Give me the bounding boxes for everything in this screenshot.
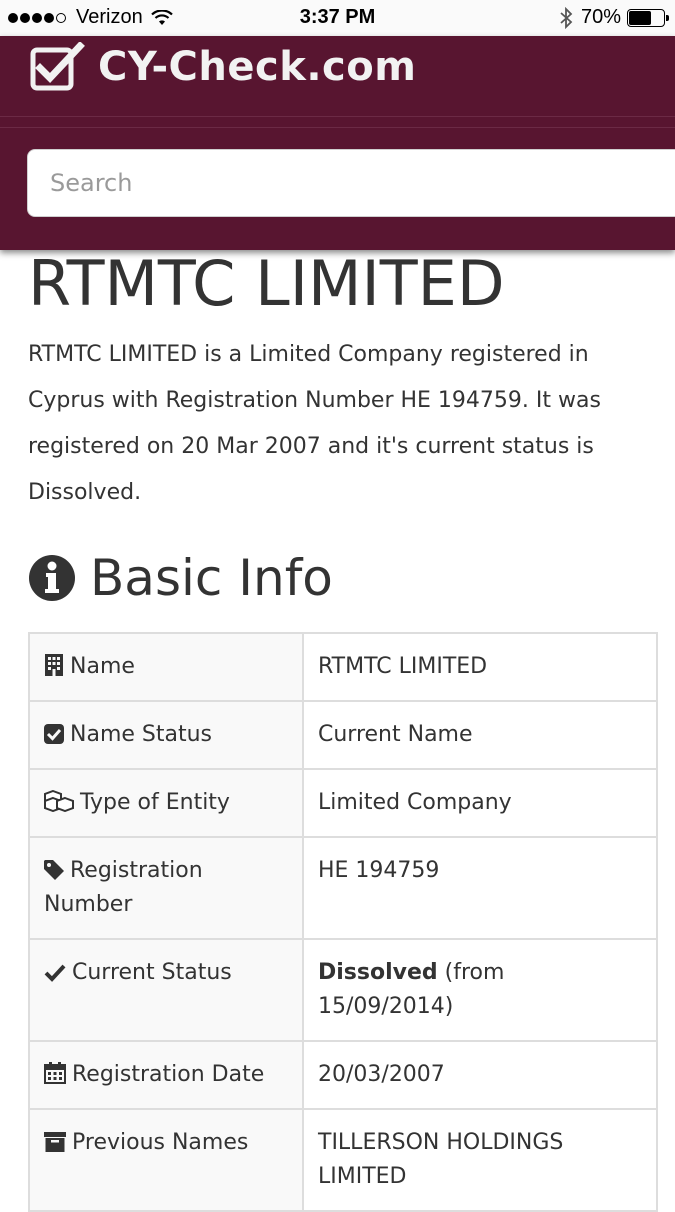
table-value-cell: 20/03/2007 — [302, 1040, 658, 1110]
table-value-cell: TILLERSON HOLDINGS LIMITED — [302, 1108, 658, 1212]
header-divider — [0, 127, 675, 128]
table-row: Registration Number HE 194759 — [28, 836, 658, 940]
table-value-cell: HE 194759 — [302, 836, 658, 940]
tag-icon — [44, 860, 64, 880]
main-content: RTMTC LIMITED RTMTC LIMITED is a Limited… — [28, 247, 658, 1212]
table-value-cell: Dissolved (from 15/09/2014) — [302, 938, 658, 1042]
row-label: Name Status — [70, 722, 213, 747]
row-label: Previous Names — [72, 1130, 249, 1155]
table-key-cell: Current Status — [28, 938, 304, 1042]
table-key-cell: Previous Names — [28, 1108, 304, 1212]
battery-icon — [627, 8, 669, 27]
battery-percent: 70% — [580, 6, 621, 28]
archive-icon — [44, 1132, 66, 1152]
cubes-icon — [44, 790, 74, 812]
info-circle-icon — [29, 555, 75, 601]
row-label: Current Status — [72, 960, 232, 985]
section-title: Basic Info — [90, 549, 333, 607]
logo-text: CY-Check.com — [98, 44, 417, 90]
row-label: Registration Number — [44, 858, 203, 917]
site-header: CY-Check.com — [0, 36, 675, 250]
header-divider — [0, 116, 675, 117]
table-row: Type of Entity Limited Company — [28, 768, 658, 838]
status-bar: Verizon 3:37 PM 70% — [0, 0, 675, 36]
table-row: Previous Names TILLERSON HOLDINGS LIMITE… — [28, 1108, 658, 1212]
check-square-icon — [44, 724, 64, 744]
table-key-cell: Registration Number — [28, 836, 304, 940]
status-value-bold: Dissolved — [318, 960, 438, 985]
table-value-cell: Current Name — [302, 700, 658, 770]
table-row: Name Status Current Name — [28, 700, 658, 770]
status-bar-right: 70% — [559, 6, 669, 29]
table-key-cell: Registration Date — [28, 1040, 304, 1110]
site-logo[interactable]: CY-Check.com — [30, 42, 416, 92]
table-row: Name RTMTC LIMITED — [28, 632, 658, 702]
building-icon — [45, 654, 63, 676]
table-value-cell: RTMTC LIMITED — [302, 632, 658, 702]
calendar-icon — [44, 1062, 66, 1084]
table-key-cell: Name Status — [28, 700, 304, 770]
row-label: Registration Date — [72, 1062, 265, 1087]
row-label: Name — [70, 654, 135, 679]
company-description: RTMTC LIMITED is a Limited Company regis… — [28, 342, 601, 505]
basic-info-table: Name RTMTC LIMITED Name Status Current N… — [28, 632, 658, 1212]
checkbox-logo-icon — [30, 42, 85, 91]
table-row: Registration Date 20/03/2007 — [28, 1040, 658, 1110]
basic-info-heading: Basic Info — [28, 548, 658, 608]
search-input[interactable] — [27, 149, 675, 217]
check-icon — [44, 964, 66, 982]
table-value-cell: Limited Company — [302, 768, 658, 838]
row-label: Type of Entity — [80, 790, 230, 815]
page-title: RTMTC LIMITED — [28, 247, 505, 320]
table-row: Current Status Dissolved (from 15/09/201… — [28, 938, 658, 1042]
bluetooth-icon — [560, 6, 573, 29]
table-key-cell: Type of Entity — [28, 768, 304, 838]
table-key-cell: Name — [28, 632, 304, 702]
